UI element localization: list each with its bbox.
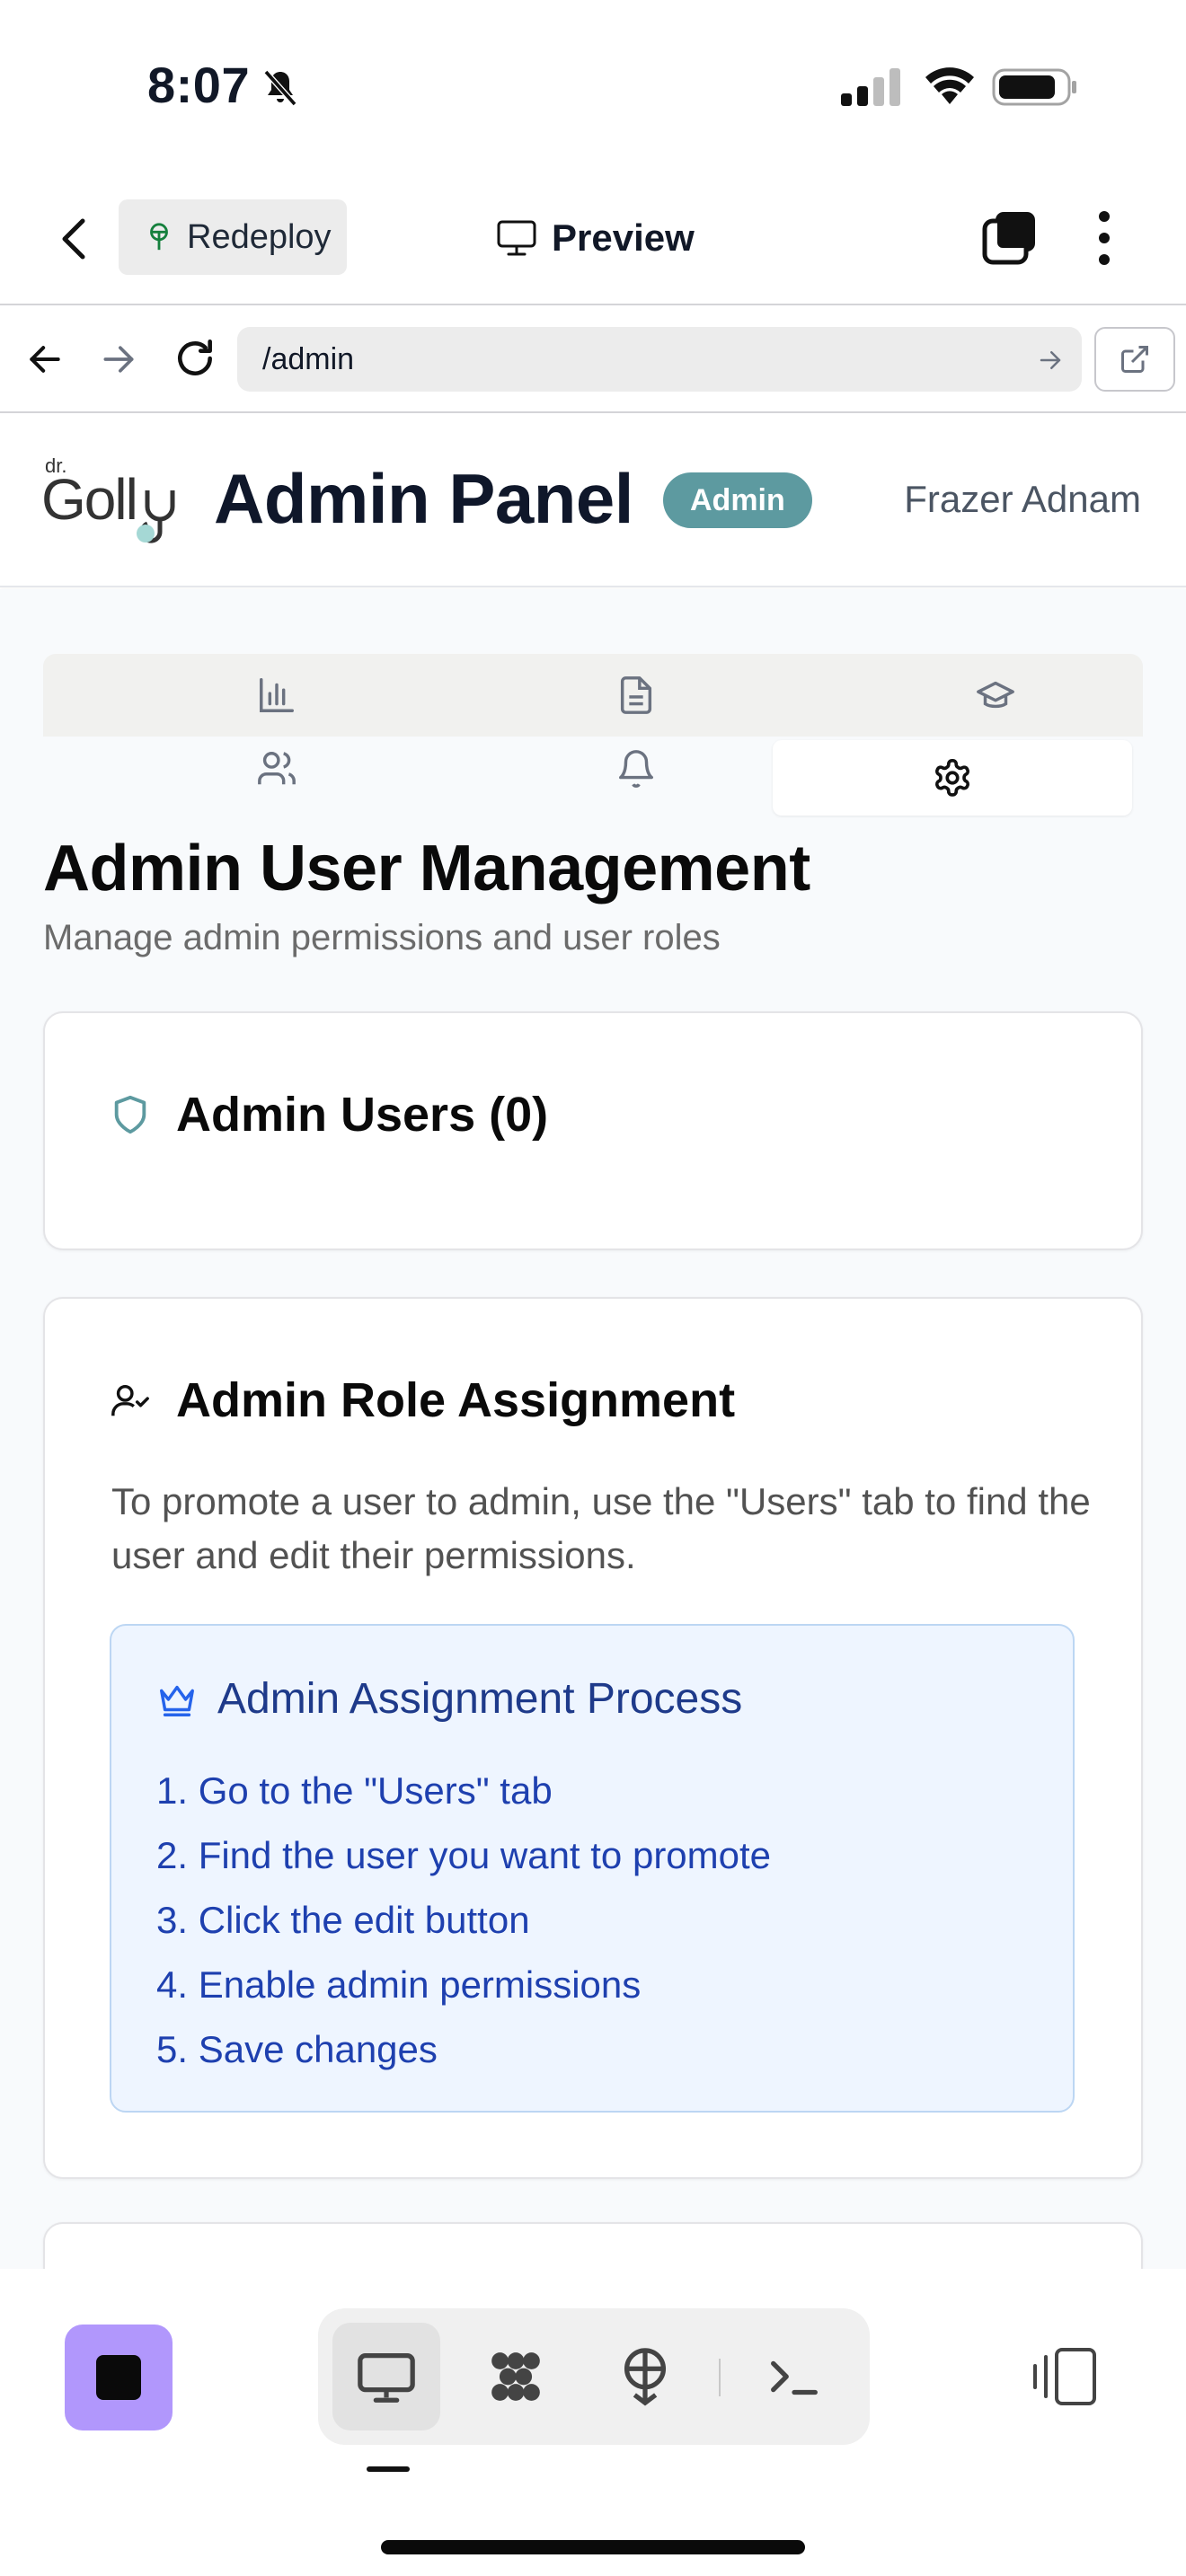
reload-icon[interactable] <box>173 336 217 381</box>
deploy-icon <box>624 2348 667 2406</box>
tool-preview[interactable] <box>332 2323 440 2430</box>
url-input[interactable]: /admin <box>237 327 1082 392</box>
process-steps: 1. Go to the "Users" tab 2. Find the use… <box>156 1759 771 2082</box>
assignment-process-box: Admin Assignment Process 1. Go to the "U… <box>110 1624 1075 2113</box>
tabs-switcher-icon[interactable] <box>981 208 1039 266</box>
admin-tab-bar <box>43 654 1143 826</box>
tab-analytics[interactable] <box>97 657 456 733</box>
back-chevron-icon[interactable] <box>54 214 95 264</box>
page-subtitle: Manage admin permissions and user roles <box>43 918 721 957</box>
gear-icon <box>935 759 969 797</box>
svg-text:Goll: Goll <box>41 467 137 532</box>
user-name[interactable]: Frazer Adnam <box>904 478 1141 521</box>
document-icon <box>620 676 652 714</box>
agent-icon <box>491 2352 540 2401</box>
process-step: 3. Click the edit button <box>156 1899 530 1941</box>
wifi-icon <box>925 67 974 104</box>
role-assignment-card: Admin Role Assignment To promote a user … <box>43 1297 1143 2179</box>
stop-button[interactable] <box>65 2325 173 2430</box>
users-icon <box>258 752 296 785</box>
go-arrow-icon[interactable] <box>1037 347 1064 374</box>
bar-chart-icon <box>260 678 294 712</box>
role-assignment-description: To promote a user to admin, use the "Use… <box>111 1480 1091 1576</box>
bell-muted-icon <box>263 69 297 107</box>
admin-users-card: Admin Users (0) <box>43 1011 1143 1250</box>
tab-users[interactable] <box>97 731 456 807</box>
stop-icon <box>96 2355 141 2400</box>
role-assignment-title: Admin Role Assignment <box>176 1373 736 1427</box>
shield-icon <box>114 1095 146 1134</box>
user-check-icon <box>111 1384 149 1416</box>
screen: 8:07 Redeploy Preview /admin dr. Goll Ad… <box>0 0 1186 2576</box>
ide-top-bar: Redeploy Preview <box>0 171 1186 305</box>
cellular-signal-icon <box>841 68 900 106</box>
preview-icon <box>358 2353 415 2403</box>
url-text: /admin <box>262 341 355 376</box>
admin-users-header: Admin Users (0) <box>110 1087 548 1142</box>
tool-deploy[interactable] <box>591 2323 699 2430</box>
preview-title[interactable]: Preview <box>496 208 695 268</box>
monitor-icon <box>497 220 536 256</box>
browser-back-icon[interactable] <box>25 340 65 379</box>
tool-shell[interactable] <box>740 2323 848 2430</box>
app-header: dr. Goll Admin Panel Admin Frazer Adnam <box>0 413 1186 587</box>
process-step: 4. Enable admin permissions <box>156 1963 642 2006</box>
process-header: Admin Assignment Process <box>156 1674 742 1724</box>
status-bar: 8:07 <box>0 0 1186 171</box>
shell-icon <box>771 2360 818 2395</box>
home-indicator[interactable] <box>381 2540 805 2554</box>
browser-forward-icon[interactable] <box>99 340 138 379</box>
tab-settings[interactable] <box>773 740 1132 816</box>
tab-notifications[interactable] <box>456 731 816 807</box>
url-bar: /admin <box>0 307 1186 413</box>
preview-label: Preview <box>552 216 695 259</box>
active-tool-indicator <box>367 2466 410 2472</box>
role-badge: Admin <box>663 472 812 528</box>
admin-users-title: Admin Users (0) <box>176 1088 549 1142</box>
external-link-icon <box>1121 346 1148 373</box>
page-title: Admin User Management <box>43 833 810 904</box>
process-step: 5. Save changes <box>156 2028 438 2070</box>
redeploy-button[interactable]: Redeploy <box>119 199 347 275</box>
process-title: Admin Assignment Process <box>217 1675 743 1723</box>
tool-separator <box>719 2359 721 2396</box>
tab-courses[interactable] <box>816 657 1175 733</box>
crown-icon <box>160 1685 194 1716</box>
dr-golly-logo: dr. Goll <box>41 454 175 543</box>
main-content: Admin User Management Manage admin permi… <box>0 589 1186 2330</box>
tab-content[interactable] <box>456 657 816 733</box>
tool-agent[interactable] <box>462 2323 570 2430</box>
panel-toggle-icon[interactable] <box>1031 2344 1100 2409</box>
tool-switcher <box>318 2308 870 2445</box>
deploy-icon <box>150 223 168 251</box>
more-options-icon[interactable] <box>1091 208 1118 268</box>
ide-bottom-toolbar <box>0 2269 1186 2576</box>
process-step: 2. Find the user you want to promote <box>156 1834 772 1876</box>
battery-icon <box>992 68 1076 106</box>
role-assignment-header: Admin Role Assignment <box>110 1372 735 1428</box>
redeploy-label: Redeploy <box>187 217 332 256</box>
graduation-cap-icon <box>977 681 1014 709</box>
open-external-button[interactable] <box>1094 327 1175 392</box>
bell-icon <box>619 750 653 788</box>
process-step: 1. Go to the "Users" tab <box>156 1769 553 1812</box>
status-time: 8:07 <box>147 57 251 113</box>
app-title: Admin Panel <box>214 459 633 538</box>
